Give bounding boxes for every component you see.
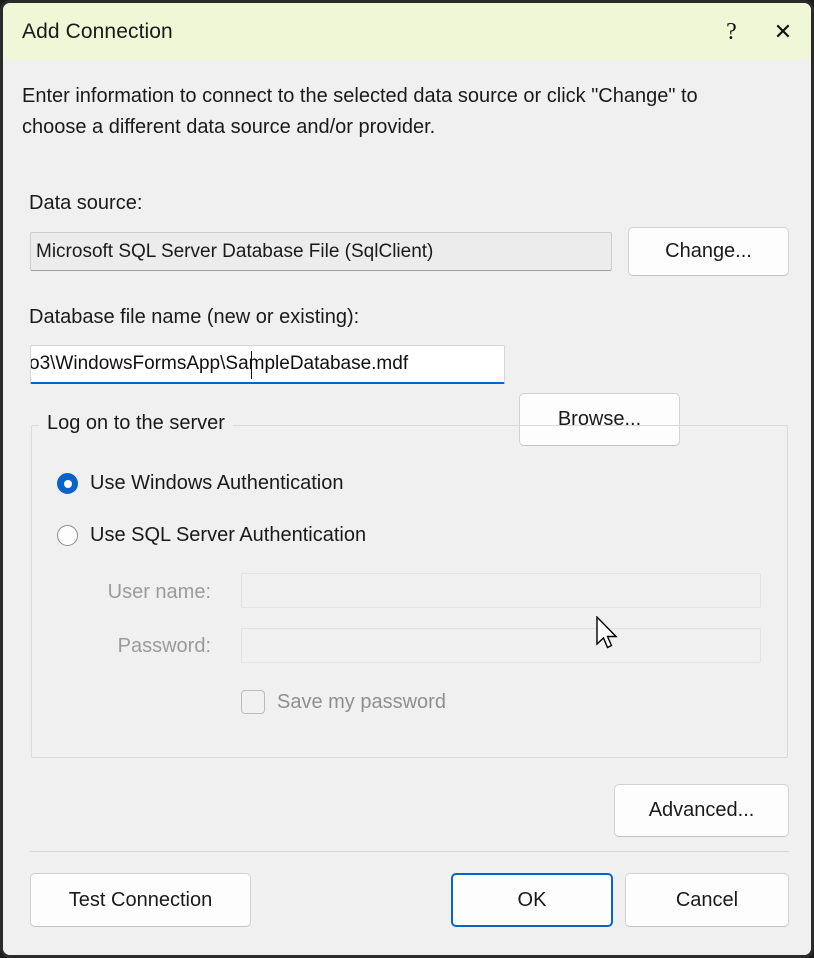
close-button[interactable]: ✕ [755, 3, 811, 60]
title-bar-buttons: ? ✕ [708, 3, 811, 60]
dialog-body: Enter information to connect to the sele… [3, 60, 811, 955]
database-file-input[interactable]: o3\WindowsFormsApp\SampleDatabase.mdf [30, 345, 505, 384]
question-mark-icon: ? [726, 20, 737, 44]
data-source-label: Data source: [29, 192, 142, 215]
password-input [241, 628, 761, 663]
footer-separator [30, 851, 789, 852]
dialog-title: Add Connection [22, 20, 173, 44]
data-source-value: Microsoft SQL Server Database File (SqlC… [30, 232, 612, 271]
help-button[interactable]: ? [708, 3, 755, 60]
radio-label-sql-auth: Use SQL Server Authentication [90, 524, 366, 547]
radio-button-icon [57, 473, 78, 494]
text-caret [251, 351, 252, 379]
radio-use-windows-authentication[interactable]: Use Windows Authentication [57, 472, 343, 495]
password-label: Password: [63, 635, 211, 658]
save-my-password-label: Save my password [277, 691, 446, 714]
database-file-value: o3\WindowsFormsApp\SampleDatabase.mdf [30, 353, 408, 375]
change-button[interactable]: Change... [628, 227, 789, 276]
close-icon: ✕ [774, 21, 792, 43]
radio-use-sql-server-authentication[interactable]: Use SQL Server Authentication [57, 524, 366, 547]
title-bar: Add Connection ? ✕ [3, 3, 811, 60]
add-connection-dialog: Add Connection ? ✕ Enter information to … [0, 0, 814, 958]
ok-button[interactable]: OK [451, 873, 613, 927]
logon-group-title: Log on to the server [39, 412, 233, 435]
user-name-label: User name: [63, 581, 211, 604]
cancel-button[interactable]: Cancel [625, 873, 789, 927]
database-file-label: Database file name (new or existing): [29, 306, 359, 329]
advanced-button[interactable]: Advanced... [614, 784, 789, 837]
checkbox-icon [241, 690, 265, 714]
radio-button-icon [57, 525, 78, 546]
radio-label-windows-auth: Use Windows Authentication [90, 472, 343, 495]
save-my-password-checkbox: Save my password [241, 690, 446, 714]
dialog-description: Enter information to connect to the sele… [22, 81, 722, 143]
user-name-input [241, 573, 761, 608]
test-connection-button[interactable]: Test Connection [30, 873, 251, 927]
